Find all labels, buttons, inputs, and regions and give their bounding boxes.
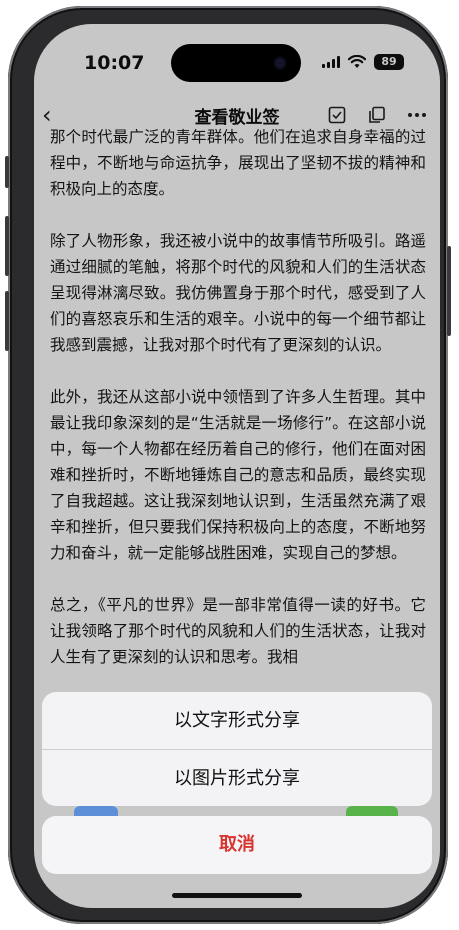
share-as-image-button[interactable]: 以图片形式分享 xyxy=(42,750,432,806)
phone-frame: 10:07 89 ‹ 查看敬业签 那个时代最广泛的青年群体。他们在追求自身幸福的… xyxy=(5,6,451,924)
cancel-button[interactable]: 取消 xyxy=(42,816,432,874)
share-as-text-button[interactable]: 以文字形式分享 xyxy=(42,692,432,749)
share-action-sheet: 以文字形式分享 以图片形式分享 xyxy=(42,692,432,806)
home-indicator[interactable] xyxy=(172,893,302,898)
screen: 10:07 89 ‹ 查看敬业签 那个时代最广泛的青年群体。他们在追求自身幸福的… xyxy=(34,24,440,908)
power-button xyxy=(447,246,451,336)
silent-switch xyxy=(5,156,9,188)
volume-down-button xyxy=(5,291,9,351)
volume-up-button xyxy=(5,216,9,276)
